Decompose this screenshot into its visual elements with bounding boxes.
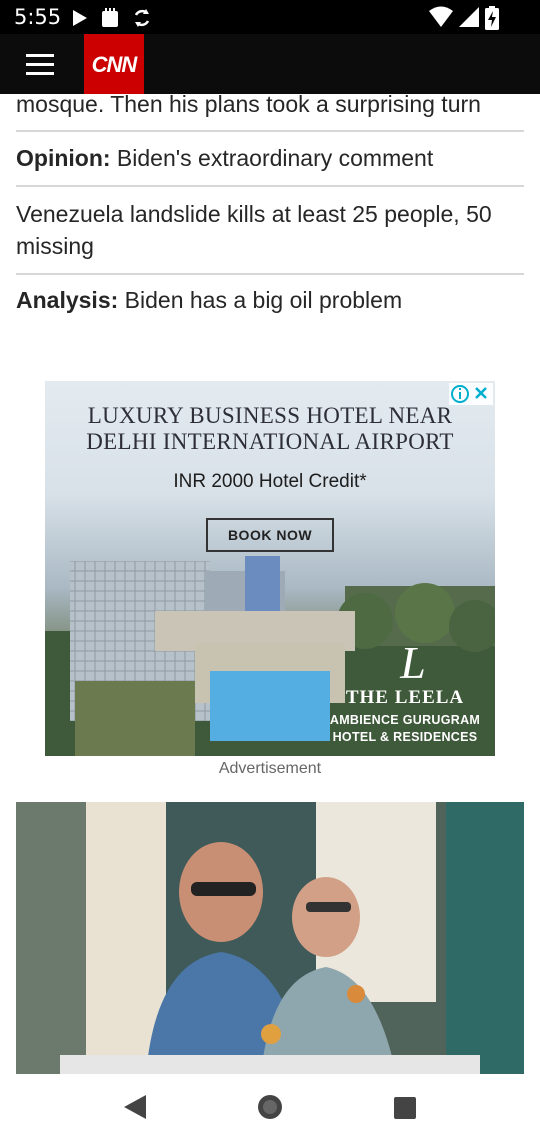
sync-icon bbox=[134, 9, 150, 27]
recents-square-icon[interactable] bbox=[392, 1095, 418, 1121]
ad-close-icon bbox=[475, 387, 487, 399]
ad-credit-text: INR 2000 Hotel Credit* bbox=[173, 471, 367, 492]
ad-choices[interactable] bbox=[449, 383, 493, 405]
ad-choices-icons bbox=[451, 385, 487, 403]
headline-text: Venezuela landslide kills at least 25 pe… bbox=[16, 201, 492, 259]
ad-title-line: DELHI INTERNATIONAL AIRPORT bbox=[86, 429, 454, 454]
ad-brand-sub: AMBIENCE GURUGRAM bbox=[329, 713, 481, 727]
ad-brand-name: THE LEELA bbox=[345, 687, 465, 708]
ad-title-line: LUXURY BUSINESS HOTEL NEAR bbox=[87, 403, 453, 428]
app-header: CNN bbox=[0, 34, 540, 94]
notification-box-icon bbox=[102, 8, 118, 27]
ad-brand-sub: HOTEL & RESIDENCES bbox=[332, 730, 478, 744]
leela-monogram: L bbox=[399, 637, 426, 688]
article-content[interactable]: mosque. Then his plans took a surprising… bbox=[0, 94, 540, 1074]
divider bbox=[16, 185, 524, 187]
cnn-logo[interactable]: CNN bbox=[84, 34, 144, 94]
brand-text: CNN bbox=[92, 52, 139, 77]
headline-link[interactable]: mosque. Then his plans took a surprising… bbox=[16, 94, 526, 120]
system-nav-bar bbox=[0, 1074, 540, 1140]
headline-text: Biden's extraordinary comment bbox=[110, 145, 434, 171]
video-progress-bar[interactable] bbox=[60, 1055, 480, 1074]
home-circle-icon[interactable] bbox=[256, 1093, 284, 1121]
video-thumbnail bbox=[16, 802, 524, 1074]
headline-link[interactable]: Analysis: Biden has a big oil problem bbox=[16, 284, 526, 316]
divider bbox=[16, 130, 524, 132]
status-bar: 5:55 bbox=[0, 0, 540, 34]
wifi-icon bbox=[429, 6, 453, 27]
hotel-ad-banner[interactable]: L LUXURY BUSINESS HOTEL NEAR DELHI INTER… bbox=[45, 381, 495, 756]
cnn-logo-mark: CNN bbox=[92, 52, 140, 77]
divider bbox=[16, 273, 524, 275]
hamburger-menu-icon[interactable] bbox=[26, 50, 58, 78]
headline-prefix: Analysis: bbox=[16, 287, 119, 313]
headline-prefix: Opinion: bbox=[16, 145, 111, 171]
back-triangle-icon[interactable] bbox=[122, 1093, 148, 1121]
headline-link[interactable]: Venezuela landslide kills at least 25 pe… bbox=[16, 198, 526, 262]
advertisement-label: Advertisement bbox=[218, 760, 322, 777]
book-now-button[interactable]: BOOK NOW bbox=[206, 518, 334, 552]
headline-text: mosque. Then his plans took a surprising… bbox=[16, 94, 481, 117]
play-store-icon bbox=[73, 10, 87, 26]
video-player[interactable] bbox=[16, 802, 524, 1074]
status-time: 5:55 bbox=[14, 5, 62, 29]
cellular-signal-icon bbox=[459, 7, 479, 27]
battery-charging-icon bbox=[485, 6, 499, 30]
headline-text: Biden has a big oil problem bbox=[118, 287, 403, 313]
headline-link[interactable]: Opinion: Biden's extraordinary comment bbox=[16, 142, 526, 174]
